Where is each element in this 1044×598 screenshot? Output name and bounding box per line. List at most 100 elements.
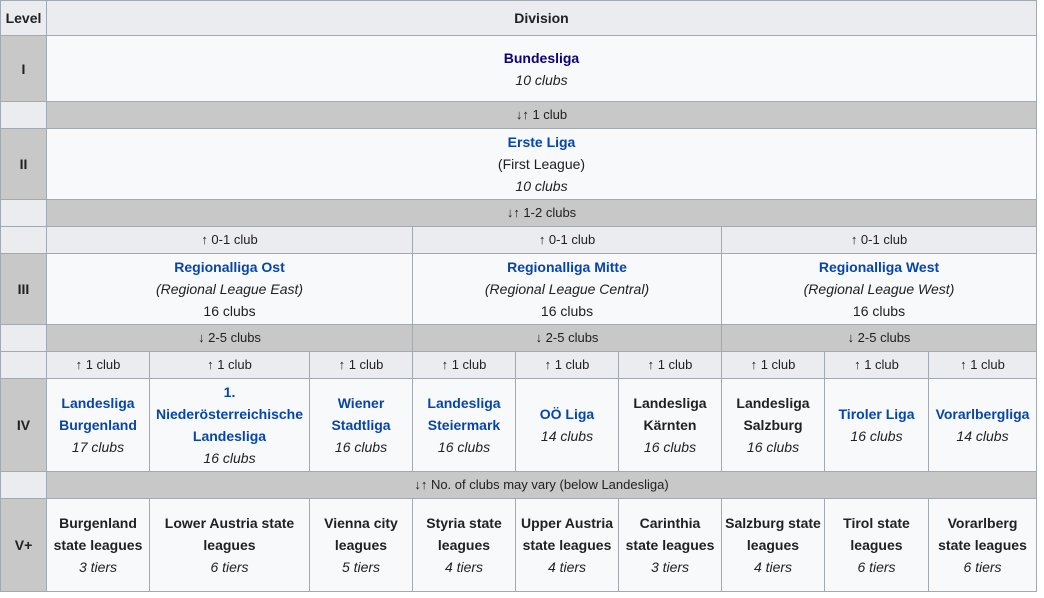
state-league-cell: Carinthia state leagues 3 tiers xyxy=(618,498,722,592)
ooe-liga-link[interactable]: OÖ Liga xyxy=(519,403,615,425)
level-header: Level xyxy=(0,0,47,36)
promotion-label: ↑ 1 club xyxy=(927,351,1038,379)
state-league-name: Tirol state leagues xyxy=(843,515,910,553)
niederoesterreich-landesliga-link[interactable]: 1. Niederösterreichische Landesliga xyxy=(153,381,306,447)
level-row-1: I Bundesliga 10 clubs xyxy=(0,35,1038,102)
movement-row: ↓↑ No. of clubs may vary (below Landesli… xyxy=(0,471,1038,499)
state-league-name: Upper Austria state leagues xyxy=(520,515,614,553)
erste-liga-link[interactable]: Erste Liga xyxy=(50,131,1033,153)
tier-count: 4 tiers xyxy=(444,559,484,575)
level-spacer xyxy=(0,101,47,129)
promotion-label: ↑ 1 club xyxy=(46,351,150,379)
club-count: 16 clubs xyxy=(334,439,388,455)
level-row-5: V+ Burgenland state leagues 3 tiers Lowe… xyxy=(0,498,1038,592)
club-count: 16 clubs xyxy=(850,428,903,444)
vorarlbergliga-link[interactable]: Vorarlbergliga xyxy=(932,403,1033,425)
state-league-name: Salzburg state leagues xyxy=(725,515,821,553)
movement-label: ↓↑ 1-2 clubs xyxy=(45,199,1038,227)
promotion-label: ↑ 1 club xyxy=(412,351,516,379)
promotion-label: ↑ 1 club xyxy=(309,351,413,379)
wiener-stadtliga-link[interactable]: Wiener Stadtliga xyxy=(313,392,409,436)
promotion-label: ↑ 1 club xyxy=(149,351,310,379)
level-label: III xyxy=(0,253,47,325)
landesliga-steiermark-link[interactable]: Landesliga Steiermark xyxy=(416,392,512,436)
landesliga-burgenland-link[interactable]: Landesliga Burgenland xyxy=(50,392,146,436)
league-translation: (Regional League East) xyxy=(155,281,304,297)
promotion-label: ↑ 1 club xyxy=(618,351,722,379)
club-count: 16 clubs xyxy=(540,303,594,319)
state-league-cell: Salzburg state leagues 4 tiers xyxy=(721,498,825,592)
state-league-name: Carinthia state leagues xyxy=(625,515,715,553)
regionalliga-mitte-link[interactable]: Regionalliga Mitte xyxy=(416,256,718,278)
regionalliga-ost-link[interactable]: Regionalliga Ost xyxy=(50,256,409,278)
state-league-cell: Lower Austria state leagues 6 tiers xyxy=(149,498,310,592)
promotion-label: ↑ 0-1 club xyxy=(720,226,1038,254)
level-row-3: III Regionalliga Ost (Regional League Ea… xyxy=(0,253,1038,325)
club-count: 16 clubs xyxy=(203,303,256,319)
landesliga-salzburg-label: Landesliga Salzburg xyxy=(736,395,810,433)
league-translation: (Regional League Central) xyxy=(484,281,650,297)
level-label: II xyxy=(0,128,47,200)
club-count: 16 clubs xyxy=(852,303,906,319)
club-count: 16 clubs xyxy=(746,439,800,455)
club-count: 14 clubs xyxy=(956,428,1009,444)
level-spacer xyxy=(0,471,47,499)
level-spacer xyxy=(0,199,47,227)
level-spacer xyxy=(0,351,47,379)
regional-promotion-row: ↑ 0-1 club ↑ 0-1 club ↑ 0-1 club xyxy=(0,226,1038,254)
state-league-name: Lower Austria state leagues xyxy=(164,515,295,553)
relegation-label: ↓ 2-5 clubs xyxy=(412,324,722,352)
state-league-cell: Vorarlberg state leagues 6 tiers xyxy=(927,498,1038,592)
level-spacer xyxy=(0,226,47,254)
movement-label: ↓↑ No. of clubs may vary (below Landesli… xyxy=(45,471,1038,499)
club-count: 16 clubs xyxy=(203,450,256,466)
tier-count: 4 tiers xyxy=(753,559,793,575)
state-league-cell: Burgenland state leagues 3 tiers xyxy=(46,498,150,592)
bundesliga-cell: Bundesliga 10 clubs xyxy=(45,35,1038,102)
landesliga-cell: Tiroler Liga 16 clubs xyxy=(824,378,929,472)
promotion-label: ↑ 0-1 club xyxy=(46,226,413,254)
club-count: 10 clubs xyxy=(515,178,568,194)
level-row-2: II Erste Liga (First League) 10 clubs xyxy=(0,128,1038,200)
tier-count: 6 tiers xyxy=(857,559,896,575)
movement-label: ↓↑ 1 club xyxy=(45,101,1038,129)
relegation-label: ↓ 2-5 clubs xyxy=(720,324,1038,352)
promotion-label: ↑ 1 club xyxy=(824,351,929,379)
division-header: Division xyxy=(45,0,1038,36)
landesliga-cell: Landesliga Steiermark 16 clubs xyxy=(412,378,516,472)
promotion-label: ↑ 0-1 club xyxy=(412,226,722,254)
landesliga-cell: Vorarlbergliga 14 clubs xyxy=(927,378,1038,472)
landesliga-cell: Landesliga Salzburg 16 clubs xyxy=(721,378,825,472)
promotion-label: ↑ 1 club xyxy=(515,351,619,379)
state-league-name: Burgenland state leagues xyxy=(53,515,143,553)
level-label: IV xyxy=(0,378,47,472)
club-count: 16 clubs xyxy=(643,439,697,455)
level-row-4: IV Landesliga Burgenland 17 clubs 1. Nie… xyxy=(0,378,1038,472)
state-league-cell: Upper Austria state leagues 4 tiers xyxy=(515,498,619,592)
landesliga-kaernten-label: Landesliga Kärnten xyxy=(633,395,707,433)
erste-liga-cell: Erste Liga (First League) 10 clubs xyxy=(45,128,1038,200)
movement-row: ↓↑ 1-2 clubs xyxy=(0,199,1038,227)
club-count: 10 clubs xyxy=(515,71,568,88)
state-league-cell: Tirol state leagues 6 tiers xyxy=(824,498,929,592)
tier-count: 5 tiers xyxy=(341,559,381,575)
state-league-name: Vienna city leagues xyxy=(324,515,398,553)
level-label: I xyxy=(0,35,47,102)
level-label: V+ xyxy=(0,498,47,592)
state-league-name: Styria state leagues xyxy=(426,515,502,553)
league-translation: (Regional League West) xyxy=(803,281,955,297)
bundesliga-link[interactable]: Bundesliga xyxy=(50,47,1033,69)
tiroler-liga-link[interactable]: Tiroler Liga xyxy=(828,403,925,425)
movement-row: ↓↑ 1 club xyxy=(0,101,1038,129)
league-translation: (First League) xyxy=(497,156,586,172)
tier-count: 6 tiers xyxy=(210,559,249,575)
regional-relegation-row: ↓ 2-5 clubs ↓ 2-5 clubs ↓ 2-5 clubs xyxy=(0,324,1038,352)
header-row: Level Division xyxy=(0,0,1038,36)
regionalliga-west-link[interactable]: Regionalliga West xyxy=(725,256,1033,278)
tier-count: 3 tiers xyxy=(78,559,118,575)
landesliga-cell: Wiener Stadtliga 16 clubs xyxy=(309,378,413,472)
club-count: 17 clubs xyxy=(71,439,125,455)
tier-count: 6 tiers xyxy=(963,559,1002,575)
promotion-label: ↑ 1 club xyxy=(721,351,825,379)
relegation-label: ↓ 2-5 clubs xyxy=(46,324,413,352)
